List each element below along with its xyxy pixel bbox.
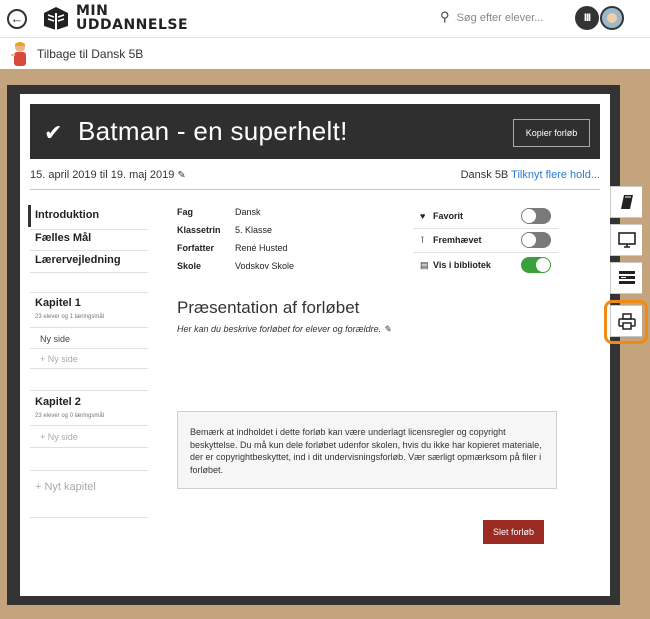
list-tab[interactable] xyxy=(610,262,642,294)
meta-value: Dansk xyxy=(235,207,261,217)
favorite-toggle[interactable] xyxy=(521,208,551,224)
meta-value: René Husted xyxy=(235,243,288,253)
toggle-knob xyxy=(522,209,536,223)
divider xyxy=(30,292,148,293)
divider xyxy=(30,368,148,369)
chapter-1-title[interactable]: Kapitel 1 xyxy=(35,297,81,309)
pencil-icon[interactable]: ✎ xyxy=(384,324,392,334)
library-visibility-text: Vis i bibliotek xyxy=(433,260,491,270)
library-visibility-label: ▤ Vis i bibliotek xyxy=(420,260,491,271)
monitor-icon xyxy=(617,232,636,248)
chapter-1-meta: 23 elever og 1 læringsmål xyxy=(35,314,105,320)
divider xyxy=(30,348,148,349)
chapter-2-meta: 23 elever og 0 læringsmål xyxy=(35,413,105,419)
list-icon xyxy=(618,271,635,285)
book-icon xyxy=(620,195,633,210)
divider xyxy=(30,229,148,230)
divider xyxy=(30,470,148,471)
favorite-label: ♥ Favorit xyxy=(420,211,463,221)
monitor-tab[interactable] xyxy=(610,224,642,256)
course-title: Batman - en superhelt! xyxy=(78,116,348,146)
meta-key: Forfatter xyxy=(177,243,215,253)
logo-text[interactable]: MIN UDDANNELSE xyxy=(76,4,188,32)
search-icon: ⚲ xyxy=(440,9,450,24)
nav-laerervejledning[interactable]: Lærervejledning xyxy=(35,254,121,266)
logo-icon[interactable] xyxy=(40,4,72,32)
featured-label-text: Fremhævet xyxy=(433,235,482,245)
sub-bar: Tilbage til Dansk 5B xyxy=(0,38,650,70)
back-to-team-link[interactable]: Tilbage til Dansk 5B xyxy=(37,47,143,61)
logo-line-2: UDDANNELSE xyxy=(76,17,189,33)
divider xyxy=(30,250,148,251)
divider xyxy=(30,447,148,448)
chapter-1-new-page[interactable]: + Ny side xyxy=(40,354,78,364)
meta-key: Skole xyxy=(177,261,202,271)
chapter-1-page[interactable]: Ny side xyxy=(40,334,70,344)
bird-icon: ✔ xyxy=(44,120,63,145)
avatar-face xyxy=(607,13,617,23)
divider xyxy=(30,390,148,391)
active-indicator xyxy=(28,205,31,227)
meta-value: Vodskov Skole xyxy=(235,261,295,271)
back-arrow-icon[interactable]: ← xyxy=(7,9,27,29)
book-tab[interactable] xyxy=(610,186,642,218)
nav-introduktion[interactable]: Introduktion xyxy=(35,209,99,221)
heart-icon: ♥ xyxy=(420,211,426,221)
student-search[interactable]: ⚲ Søg efter elever... xyxy=(440,9,543,25)
new-chapter-button[interactable]: + Nyt kapitel xyxy=(35,481,96,493)
copy-course-button[interactable]: Kopier forløb xyxy=(513,119,590,147)
print-highlight xyxy=(604,300,648,344)
meta-value: 5. Klasse xyxy=(235,225,273,235)
delete-course-button[interactable]: Slet forløb xyxy=(483,520,544,544)
chapter-2-title[interactable]: Kapitel 2 xyxy=(35,396,81,408)
mascot-icon xyxy=(11,42,26,66)
logo-line-1: MIN xyxy=(76,3,109,19)
team-name: Dansk 5B xyxy=(460,169,509,181)
featured-label: ⊺ Fremhævet xyxy=(420,235,482,246)
library-icon[interactable]: III xyxy=(575,6,599,30)
course-dates-text: 15. april 2019 til 19. maj 2019 xyxy=(30,169,175,181)
team-info: Dansk 5B Tilknyt flere hold... xyxy=(440,169,600,181)
nav-faelles-maal[interactable]: Fælles Mål xyxy=(35,232,91,244)
featured-toggle[interactable] xyxy=(521,232,551,248)
meta-key: Klassetrin xyxy=(177,225,221,235)
library-visibility-toggle[interactable] xyxy=(521,257,551,273)
presentation-description-text: Her kan du beskrive forløbet for elever … xyxy=(177,324,382,334)
divider xyxy=(30,425,148,426)
favorite-label-text: Favorit xyxy=(433,211,464,221)
divider xyxy=(30,189,600,190)
book-icon: ▤ xyxy=(420,260,429,270)
pencil-icon[interactable]: ✎ xyxy=(177,170,185,181)
pin-icon: ⊺ xyxy=(420,235,425,245)
toggle-knob xyxy=(522,233,536,247)
user-avatar[interactable] xyxy=(600,6,624,30)
meta-key: Fag xyxy=(177,207,194,217)
divider xyxy=(30,327,148,328)
attach-teams-link[interactable]: Tilknyt flere hold... xyxy=(511,169,600,181)
copyright-notice: Bemærk at indholdet i dette forløb kan v… xyxy=(177,411,557,489)
course-dates[interactable]: 15. april 2019 til 19. maj 2019 ✎ xyxy=(30,169,186,181)
presentation-heading: Præsentation af forløbet xyxy=(177,298,360,317)
presentation-description[interactable]: Her kan du beskrive forløbet for elever … xyxy=(177,324,391,335)
toggle-knob xyxy=(536,258,550,272)
chapter-2-new-page[interactable]: + Ny side xyxy=(40,432,78,442)
divider xyxy=(30,517,148,518)
search-placeholder: Søg efter elever... xyxy=(456,12,544,24)
divider xyxy=(413,252,558,253)
top-bar: ← MIN UDDANNELSE ⚲ Søg efter elever... I… xyxy=(0,0,650,38)
divider xyxy=(413,228,558,229)
divider xyxy=(30,272,148,273)
